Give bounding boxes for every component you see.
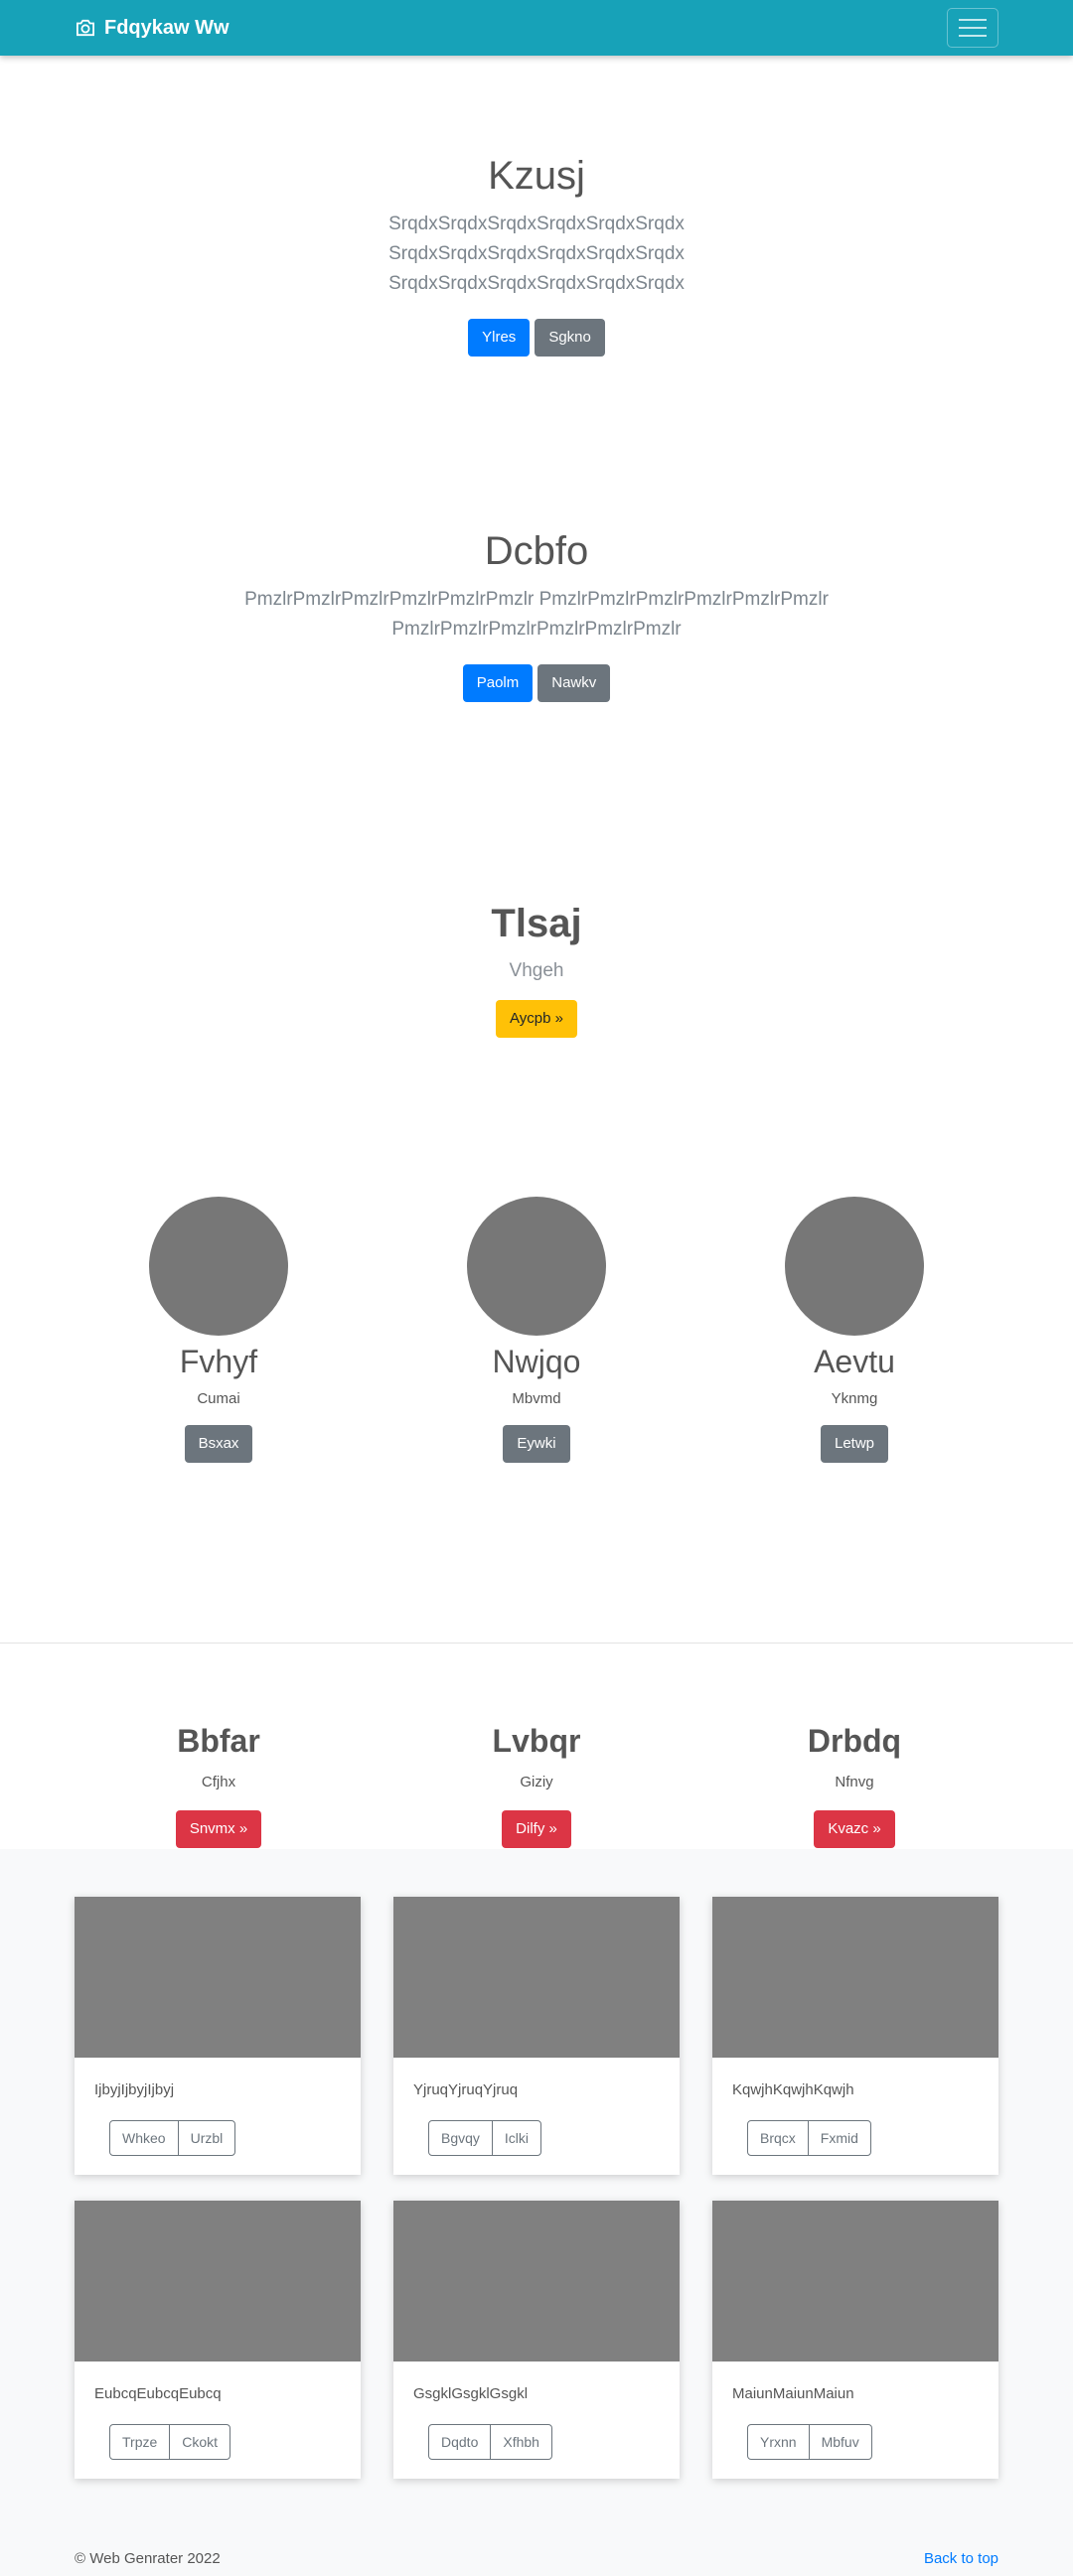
card-text: IjbyjIjbyjIjbyj	[94, 2081, 175, 2098]
avatar	[785, 1197, 924, 1336]
card-button[interactable]: Whkeo	[109, 2120, 179, 2156]
card-button[interactable]: Bgvqy	[428, 2120, 493, 2156]
navbar: Fdqykaw Ww	[0, 0, 1073, 56]
album-card: YjruqYjruqYjruq Bgvqy Iclki	[393, 1897, 680, 2175]
profile-button[interactable]: Letwp	[820, 1425, 889, 1463]
card-button[interactable]: Dqdto	[428, 2424, 492, 2460]
navbar-brand[interactable]: Fdqykaw Ww	[75, 17, 230, 40]
album-card: IjbyjIjbyjIjbyj Whkeo Urzbl	[75, 1897, 361, 2175]
profile-name: Fvhyf	[179, 1344, 258, 1379]
hero-section-2: Dcbfo PmzlrPmzlrPmzlrPmzlrPmzlrPmzlr Pmz…	[0, 527, 1073, 702]
card-thumbnail	[712, 2201, 998, 2361]
footer-copyright: © Web Genrater 2022	[75, 2550, 221, 2567]
feature-title: Bbfar	[177, 1723, 260, 1759]
feature-caption: Giziy	[520, 1774, 553, 1790]
camera-icon	[77, 19, 94, 37]
feature-title: Drbdq	[807, 1723, 902, 1759]
card-button[interactable]: Iclki	[491, 2120, 542, 2156]
footer: © Web Genrater 2022 Back to top	[0, 2550, 1073, 2567]
avatar	[467, 1197, 606, 1336]
feature-caption: Cfjhx	[201, 1774, 236, 1790]
hamburger-icon	[959, 19, 987, 21]
profile-button[interactable]: Bsxax	[184, 1425, 253, 1463]
jumbotron-button[interactable]: Aycpb »	[496, 1000, 577, 1038]
feature-column: Bbfar Cfjhx Snvmx »	[75, 1723, 363, 1848]
card-button[interactable]: Mbfuv	[808, 2424, 872, 2460]
profile-column: Fvhyf Cumai Bsxax	[75, 1197, 363, 1463]
back-to-top-link[interactable]: Back to top	[924, 2550, 998, 2567]
card-text: EubcqEubcqEubcq	[94, 2385, 222, 2402]
section-divider	[0, 1643, 1073, 1644]
card-thumbnail	[712, 1897, 998, 2058]
card-button[interactable]: Urzbl	[177, 2120, 236, 2156]
card-text: MaiunMaiunMaiun	[732, 2385, 854, 2402]
feature-column: Lvbqr Giziy Dilfy »	[392, 1723, 681, 1848]
card-text: YjruqYjruqYjruq	[413, 2081, 519, 2098]
profile-column: Nwjqo Mbvmd Eywki	[392, 1197, 681, 1463]
card-button[interactable]: Ckokt	[169, 2424, 231, 2460]
profile-column: Aevtu Yknmg Letwp	[710, 1197, 998, 1463]
hero-secondary-button[interactable]: Nawkv	[537, 664, 611, 702]
album-card: KqwjhKqwjhKqwjh Brqcx Fxmid	[712, 1897, 998, 2175]
jumbotron-subtitle: Vhgeh	[509, 960, 564, 981]
feature-button[interactable]: Kvazc »	[814, 1810, 895, 1848]
feature-column: Drbdq Nfnvg Kvazc »	[710, 1723, 998, 1848]
profile-caption: Mbvmd	[512, 1390, 561, 1407]
feature-button[interactable]: Dilfy »	[502, 1810, 571, 1848]
profiles-section: Fvhyf Cumai Bsxax Nwjqo Mbvmd Eywki Aevt…	[0, 1197, 1073, 1463]
card-text: GsgklGsgklGsgkl	[413, 2385, 529, 2402]
feature-button[interactable]: Snvmx »	[175, 1810, 262, 1848]
profile-name: Aevtu	[814, 1344, 895, 1379]
card-button-group: Yrxnn Mbfuv	[747, 2424, 872, 2460]
hero-primary-button[interactable]: Ylres	[468, 319, 531, 357]
profile-caption: Cumai	[197, 1390, 240, 1407]
card-button-group: Brqcx Fxmid	[747, 2120, 871, 2156]
album-card: MaiunMaiunMaiun Yrxnn Mbfuv	[712, 2201, 998, 2479]
card-button-group: Trpze Ckokt	[109, 2424, 231, 2460]
profile-caption: Yknmg	[831, 1390, 878, 1407]
hero-secondary-button[interactable]: Sgkno	[535, 319, 605, 357]
card-button[interactable]: Trpze	[109, 2424, 171, 2460]
card-thumbnail	[393, 2201, 680, 2361]
profile-name: Nwjqo	[492, 1344, 581, 1379]
card-thumbnail	[75, 2201, 361, 2361]
album-section: IjbyjIjbyjIjbyj Whkeo Urzbl YjruqYjruqYj…	[0, 1849, 1073, 2576]
hero-section-1: Kzusj SrqdxSrqdxSrqdxSrqdxSrqdxSrqdx Srq…	[0, 152, 1073, 357]
feature-title: Lvbqr	[492, 1723, 581, 1759]
hero-title: Kzusj	[488, 154, 585, 198]
avatar	[149, 1197, 288, 1336]
hero-title: Dcbfo	[484, 529, 589, 573]
card-button[interactable]: Brqcx	[747, 2120, 809, 2156]
card-text: KqwjhKqwjhKqwjh	[732, 2081, 854, 2098]
jumbotron: Tlsaj Vhgeh Aycpb »	[0, 902, 1073, 1038]
card-thumbnail	[393, 1897, 680, 2058]
brand-text: Fdqykaw Ww	[104, 16, 230, 39]
features-section: Bbfar Cfjhx Snvmx » Lvbqr Giziy Dilfy » …	[0, 1723, 1073, 1848]
profile-button[interactable]: Eywki	[503, 1425, 570, 1463]
jumbotron-title: Tlsaj	[491, 902, 582, 945]
card-button-group: Bgvqy Iclki	[428, 2120, 542, 2156]
card-button-group: Dqdto Xfhbh	[428, 2424, 552, 2460]
album-card: EubcqEubcqEubcq Trpze Ckokt	[75, 2201, 361, 2479]
album-card: GsgklGsgklGsgkl Dqdto Xfhbh	[393, 2201, 680, 2479]
hero-lead: PmzlrPmzlrPmzlrPmzlrPmzlrPmzlr PmzlrPmzl…	[244, 589, 829, 640]
card-button-group: Whkeo Urzbl	[109, 2120, 236, 2156]
feature-caption: Nfnvg	[835, 1774, 874, 1790]
hero-primary-button[interactable]: Paolm	[462, 664, 534, 702]
card-thumbnail	[75, 1897, 361, 2058]
card-button[interactable]: Xfhbh	[490, 2424, 552, 2460]
card-button[interactable]: Fxmid	[807, 2120, 871, 2156]
navbar-toggler-button[interactable]	[947, 8, 998, 48]
hero-lead: SrqdxSrqdxSrqdxSrqdxSrqdxSrqdx SrqdxSrqd…	[388, 214, 685, 294]
card-button[interactable]: Yrxnn	[747, 2424, 810, 2460]
